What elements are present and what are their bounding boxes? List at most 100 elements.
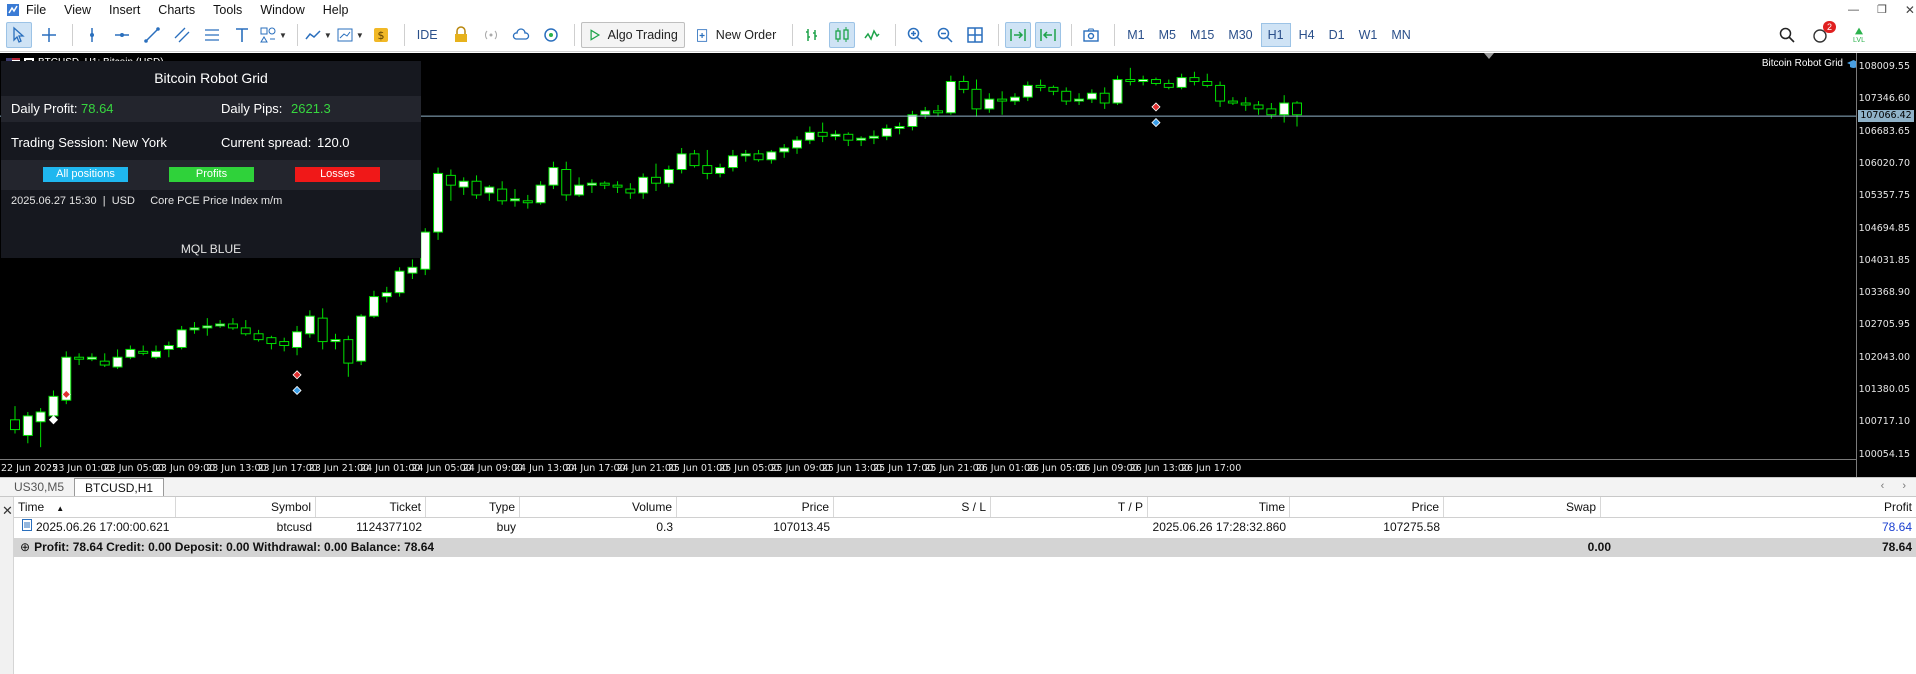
col-close-time[interactable]: Time xyxy=(1148,497,1290,517)
trendline-button[interactable] xyxy=(139,22,165,48)
vps-button[interactable] xyxy=(538,22,564,48)
screenshot-button[interactable] xyxy=(1078,22,1104,48)
account-summary-row: ⊕ Profit: 78.64 Credit: 0.00 Deposit: 0.0… xyxy=(14,538,1916,557)
horizontal-line-button[interactable] xyxy=(109,22,135,48)
chart-shift-button[interactable] xyxy=(1035,22,1062,48)
col-ticket[interactable]: Ticket xyxy=(316,497,426,517)
notifications-button[interactable]: 2 xyxy=(1808,21,1836,48)
col-price[interactable]: Price xyxy=(677,497,834,517)
app-icon xyxy=(7,3,19,16)
timeframe-m15[interactable]: M15 xyxy=(1184,23,1220,47)
level-button[interactable]: LVL xyxy=(1846,22,1872,48)
algo-trading-button[interactable]: Algo Trading xyxy=(580,22,685,48)
menu-window[interactable]: Window xyxy=(260,3,316,17)
vertical-line-button[interactable] xyxy=(79,22,105,48)
candle xyxy=(830,130,841,141)
scroll-right-icon[interactable]: › xyxy=(1902,480,1906,492)
timeframe-w1[interactable]: W1 xyxy=(1353,23,1384,47)
scroll-left-icon[interactable]: ‹ xyxy=(1881,480,1885,492)
col-time[interactable]: Time ▲ xyxy=(14,497,176,517)
menu-file[interactable]: File xyxy=(26,3,58,17)
time-axis[interactable]: 22 Jun 2025 23 Jun 01:00 23 Jun 05:00 23 Ju… xyxy=(0,459,1856,477)
metatrader-window: File View Insert Charts Tools Window Hel… xyxy=(0,0,1916,674)
cursor-tool-button[interactable] xyxy=(6,22,32,48)
vps-icon xyxy=(543,28,558,42)
menu-insert[interactable]: Insert xyxy=(109,3,152,17)
col-profit[interactable]: Profit xyxy=(1601,497,1916,517)
col-sl[interactable]: S / L xyxy=(834,497,991,517)
close-icon[interactable]: ✕ xyxy=(1905,3,1915,17)
candle xyxy=(253,329,264,342)
text-tool-button[interactable] xyxy=(229,22,255,48)
tile-windows-button[interactable] xyxy=(962,22,988,48)
profits-button[interactable]: Profits xyxy=(169,167,254,182)
bar-chart-button[interactable] xyxy=(799,22,825,48)
col-tp[interactable]: T / P xyxy=(991,497,1148,517)
timeframe-h4[interactable]: H4 xyxy=(1293,23,1321,47)
menu-charts[interactable]: Charts xyxy=(158,3,207,17)
candle xyxy=(99,353,110,368)
menu-help[interactable]: Help xyxy=(323,3,361,17)
col-type[interactable]: Type xyxy=(426,497,520,517)
price-axis[interactable]: 108009.55 107346.60 106683.65 106020.70 1053… xyxy=(1856,53,1916,477)
candle xyxy=(1227,97,1238,105)
candlestick-button[interactable] xyxy=(829,22,856,48)
menu-view[interactable]: View xyxy=(64,3,103,17)
shapes-button[interactable]: ▼ xyxy=(259,22,287,48)
channel-button[interactable] xyxy=(169,22,195,48)
candle xyxy=(651,163,661,192)
cloud-button[interactable] xyxy=(508,22,534,48)
autoscroll-button[interactable] xyxy=(1005,22,1032,48)
candle-body xyxy=(138,350,149,354)
indicators-button[interactable]: ▼ xyxy=(304,22,332,48)
menu-tools[interactable]: Tools xyxy=(213,3,254,17)
timeframe-m30[interactable]: M30 xyxy=(1222,23,1258,47)
search-button[interactable] xyxy=(1774,22,1800,48)
crosshair-tool-button[interactable] xyxy=(36,22,62,48)
candle xyxy=(1292,101,1302,127)
signal-button[interactable] xyxy=(478,22,504,48)
line-chart-button[interactable] xyxy=(859,22,885,48)
fibonacci-button[interactable] xyxy=(199,22,225,48)
candle xyxy=(420,228,431,276)
new-order-button[interactable]: New Order xyxy=(689,22,782,48)
timeframe-h1[interactable]: H1 xyxy=(1260,23,1291,47)
ide-button[interactable]: IDE xyxy=(411,22,444,48)
cell-close-price: 107275.58 xyxy=(1383,520,1440,534)
brand-label: MQL BLUE xyxy=(180,242,242,256)
col-close-price[interactable]: Price xyxy=(1290,497,1444,517)
cell-profit: 78.64 xyxy=(1881,520,1912,534)
candle xyxy=(625,183,636,199)
col-volume[interactable]: Volume xyxy=(520,497,677,517)
candle xyxy=(920,106,931,119)
timeframe-mn[interactable]: MN xyxy=(1385,23,1416,47)
tab-us30-m5[interactable]: US30,M5 xyxy=(4,478,74,496)
zoom-out-button[interactable] xyxy=(932,22,958,48)
candle-body xyxy=(753,153,764,161)
minimize-icon[interactable]: — xyxy=(1848,4,1859,16)
tab-btcusd-h1[interactable]: BTCUSD,H1 xyxy=(74,478,165,496)
candle-body xyxy=(1048,86,1059,92)
chart-type-button[interactable]: ▼ xyxy=(336,22,364,48)
timeframe-d1[interactable]: D1 xyxy=(1323,23,1351,47)
candle xyxy=(1009,93,1020,105)
ide-label: IDE xyxy=(416,28,438,42)
close-icon[interactable]: ✕ xyxy=(2,503,13,519)
candle xyxy=(1125,67,1136,86)
expand-icon[interactable]: ⊕ xyxy=(20,540,30,554)
candle-body xyxy=(1292,102,1302,116)
restore-icon[interactable]: ❐ xyxy=(1877,3,1887,16)
col-symbol[interactable]: Symbol xyxy=(176,497,316,517)
candle-body xyxy=(304,315,315,335)
candle-body xyxy=(599,182,610,186)
zoom-in-button[interactable] xyxy=(902,22,928,48)
lock-button[interactable] xyxy=(448,22,474,48)
losses-button[interactable]: Losses xyxy=(295,167,380,182)
chart-window[interactable]: BTCUSD, H1: Bitcoin (USD) Bitcoin Robot … xyxy=(0,53,1916,477)
timeframe-m1[interactable]: M1 xyxy=(1121,23,1150,47)
all-positions-button[interactable]: All positions xyxy=(43,167,128,182)
timeframe-m5[interactable]: M5 xyxy=(1153,23,1182,47)
candle xyxy=(779,144,790,158)
col-swap[interactable]: Swap xyxy=(1444,497,1601,517)
market-button[interactable]: $ xyxy=(368,22,394,48)
